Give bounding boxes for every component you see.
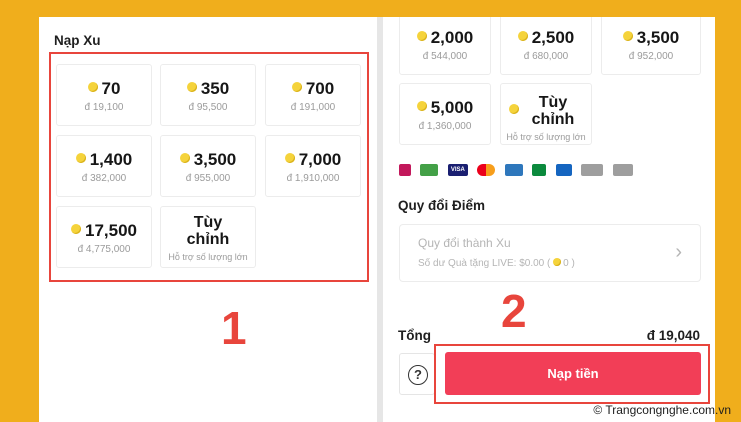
payment-methods-row: VISA [399, 161, 638, 176]
exchange-balance: Số dư Quà tặng LIVE: $0.00 ( 0 ) [418, 258, 575, 269]
coin-amount: 2,500 [531, 28, 575, 47]
diners-icon [612, 163, 633, 176]
card-icon [555, 163, 572, 176]
amex-icon [504, 163, 523, 176]
coin-price: đ 952,000 [628, 51, 674, 62]
coin-icon [416, 31, 427, 41]
coin-icon [517, 31, 528, 41]
total-label: Tổng [398, 328, 431, 343]
custom-title-line1: Tùy [538, 94, 568, 111]
help-button[interactable]: ? [399, 353, 435, 395]
wallet-icon [399, 163, 411, 176]
exchange-balance-count: 0 [563, 258, 569, 269]
custom-title-line2: chỉnh [531, 111, 575, 128]
coin-icon [553, 258, 562, 266]
bank-icon [420, 163, 439, 176]
coin-package-custom-right[interactable]: Tùy chỉnh Hỗ trợ số lượng lớn [500, 83, 592, 145]
coin-price: đ 1,360,000 [418, 121, 472, 132]
coin-amount: 5,000 [430, 98, 474, 117]
watermark-text: © Trangcongnghe.com.vn [593, 403, 731, 417]
right-panel: 2,000 đ 544,000 2,500 đ 680,000 3,500 đ … [383, 17, 715, 422]
exchange-balance-prefix: Số dư Quà tặng LIVE: $0.00 ( [418, 258, 551, 269]
nap-xu-title: Nạp Xu [54, 33, 101, 48]
coin-amount: 2,000 [430, 28, 474, 47]
mastercard-icon [477, 163, 496, 176]
annotation-label-1: 1 [221, 302, 247, 354]
exchange-section-title: Quy đổi Điểm [398, 198, 486, 213]
left-panel: Nạp Xu 70 đ 19,100 350 đ 95,500 700 đ 19… [39, 17, 377, 422]
highlight-box-packages [49, 52, 369, 282]
coin-icon [416, 101, 427, 111]
visa-icon: VISA [447, 163, 468, 176]
coin-price: đ 544,000 [422, 51, 468, 62]
coin-package-2500[interactable]: 2,500 đ 680,000 [500, 17, 592, 75]
annotation-label-2: 2 [501, 285, 527, 337]
chevron-right-icon: › [675, 241, 682, 263]
coin-amount: 3,500 [636, 28, 680, 47]
highlight-box-topup [434, 344, 710, 404]
total-value: đ 19,040 [646, 328, 700, 343]
coin-icon [622, 31, 633, 41]
jcb-icon [532, 163, 547, 176]
coin-package-3500-right[interactable]: 3,500 đ 952,000 [601, 17, 701, 75]
exchange-label: Quy đổi thành Xu [418, 236, 511, 250]
exchange-balance-suffix: ) [571, 258, 575, 269]
coin-package-2000[interactable]: 2,000 đ 544,000 [399, 17, 491, 75]
discover-icon [581, 163, 604, 176]
exchange-to-coins-card[interactable]: Quy đổi thành Xu Số dư Quà tặng LIVE: $0… [399, 224, 701, 282]
custom-subtitle: Hỗ trợ số lượng lớn [506, 132, 586, 142]
coin-package-5000[interactable]: 5,000 đ 1,360,000 [399, 83, 491, 145]
coin-price: đ 680,000 [523, 51, 569, 62]
question-icon: ? [408, 365, 428, 385]
